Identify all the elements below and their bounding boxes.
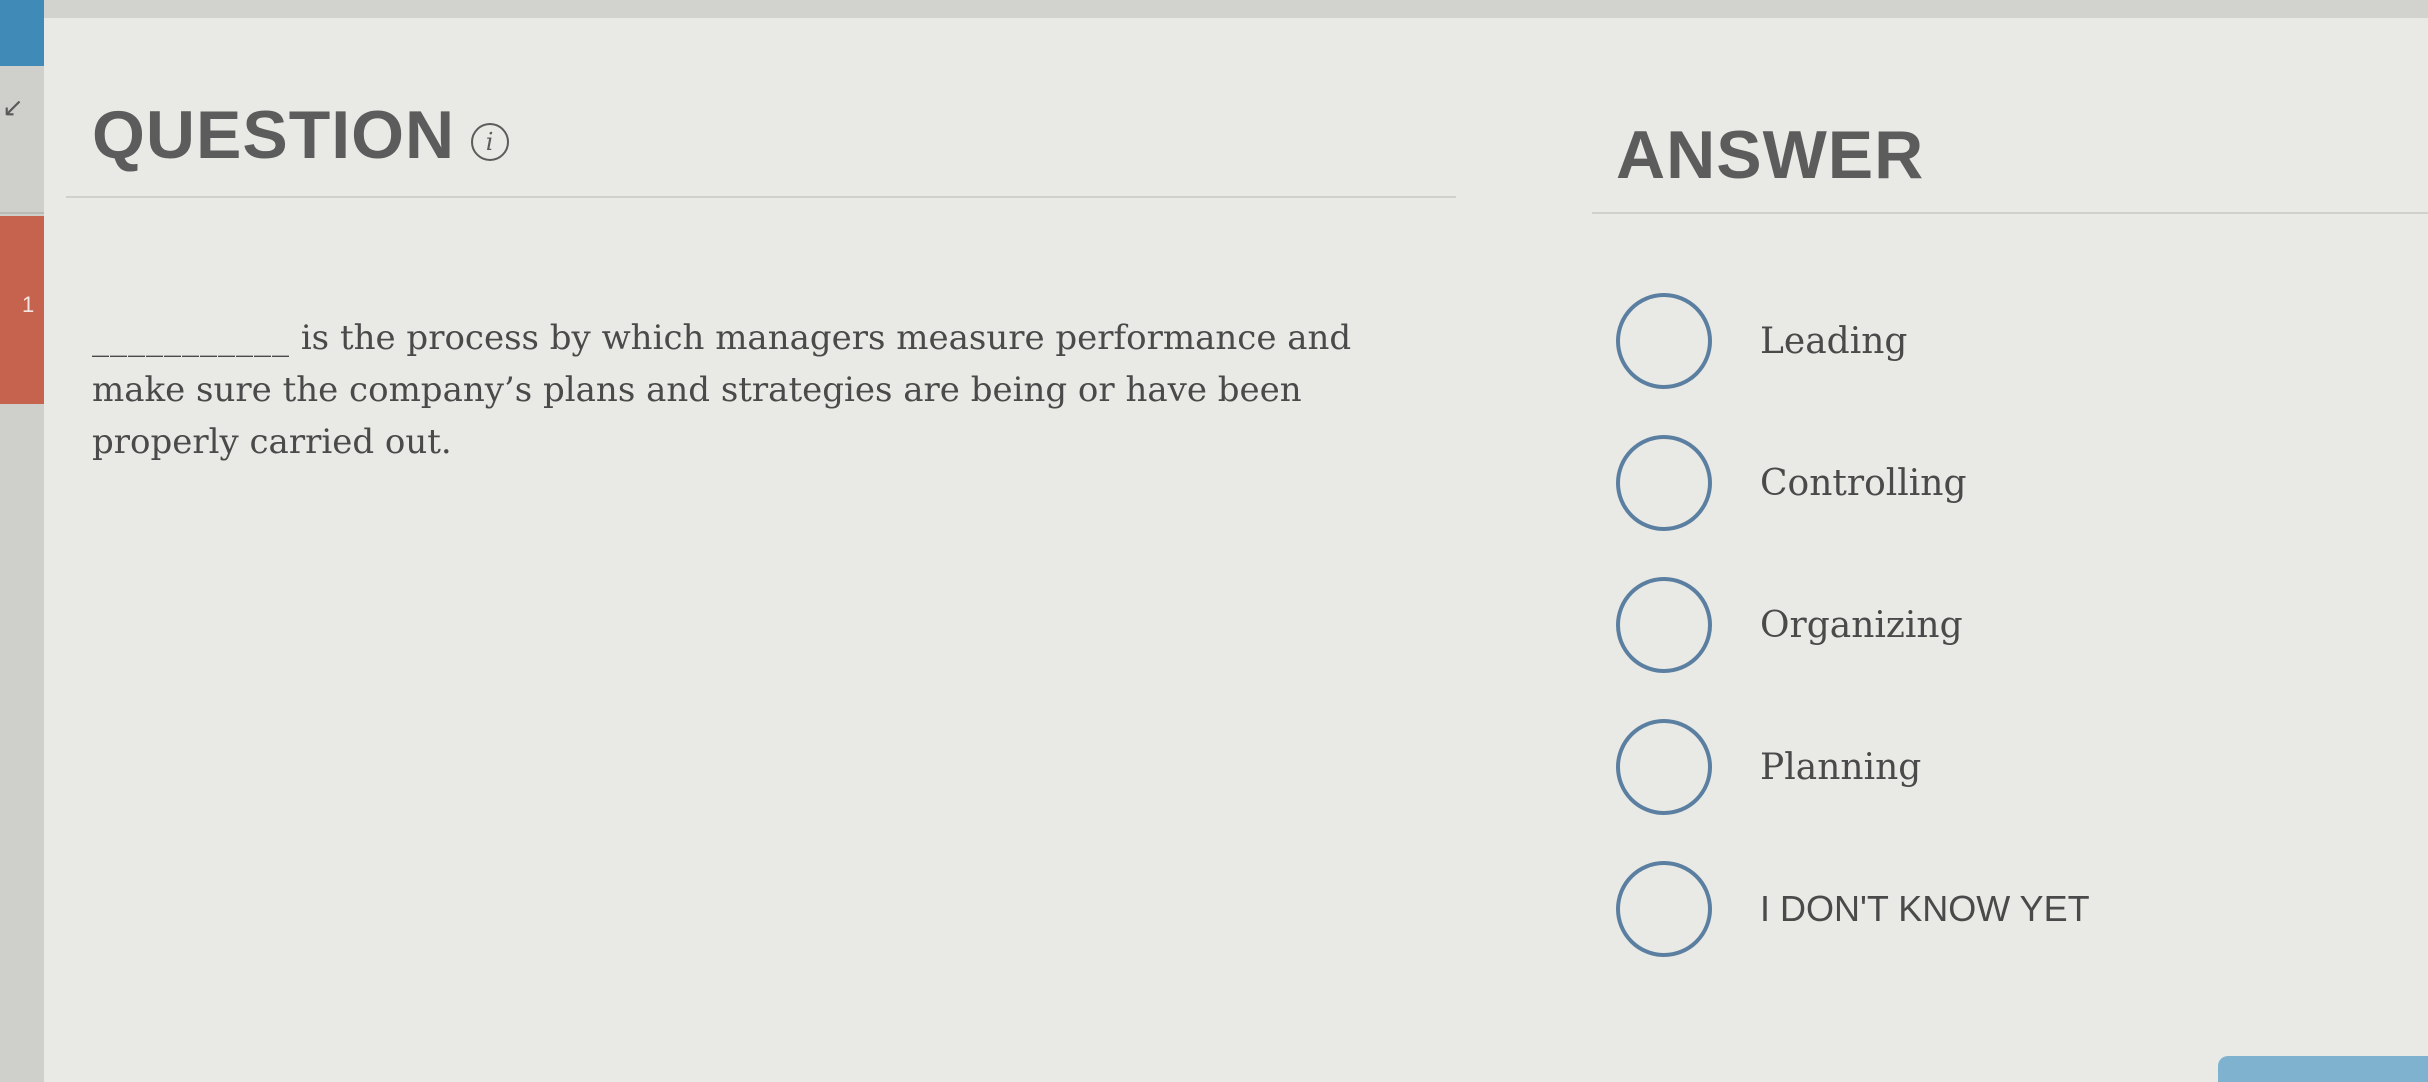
question-divider <box>66 196 1456 198</box>
option-label: Organizing <box>1760 604 1963 646</box>
arrow-icon[interactable]: ↙ <box>2 92 24 123</box>
left-sidebar <box>0 0 44 1082</box>
question-blank: ___________ <box>92 318 290 358</box>
radio-button[interactable] <box>1616 719 1712 815</box>
answer-divider <box>1592 212 2428 214</box>
radio-button[interactable] <box>1616 577 1712 673</box>
sidebar-divider <box>0 212 44 214</box>
answer-options: Leading Controlling Organizing Planning … <box>1616 270 2376 980</box>
info-icon[interactable]: i <box>471 123 510 161</box>
option-leading[interactable]: Leading <box>1616 270 2376 412</box>
screen: ↙ 1 QUESTION i ___________ is the proces… <box>0 0 2428 1082</box>
question-number: 1 <box>22 292 35 317</box>
question-heading: QUESTION i <box>92 96 510 174</box>
radio-button[interactable] <box>1616 293 1712 389</box>
option-label: Planning <box>1760 746 1922 788</box>
option-controlling[interactable]: Controlling <box>1616 412 2376 554</box>
question-heading-text: QUESTION <box>92 97 456 173</box>
option-label: I DON'T KNOW YET <box>1760 888 2090 929</box>
option-planning[interactable]: Planning <box>1616 696 2376 838</box>
option-dont-know-yet[interactable]: I DON'T KNOW YET <box>1616 838 2376 980</box>
sidebar-header-block[interactable] <box>0 0 44 66</box>
submit-button[interactable] <box>2218 1056 2428 1082</box>
radio-button[interactable] <box>1616 435 1712 531</box>
question-text: ___________ is the process by which mana… <box>92 312 1412 468</box>
option-organizing[interactable]: Organizing <box>1616 554 2376 696</box>
top-bar <box>0 0 2428 18</box>
answer-heading: ANSWER <box>1616 117 1925 193</box>
radio-button[interactable] <box>1616 861 1712 957</box>
option-label: Leading <box>1760 320 1908 362</box>
option-label: Controlling <box>1760 462 1967 504</box>
